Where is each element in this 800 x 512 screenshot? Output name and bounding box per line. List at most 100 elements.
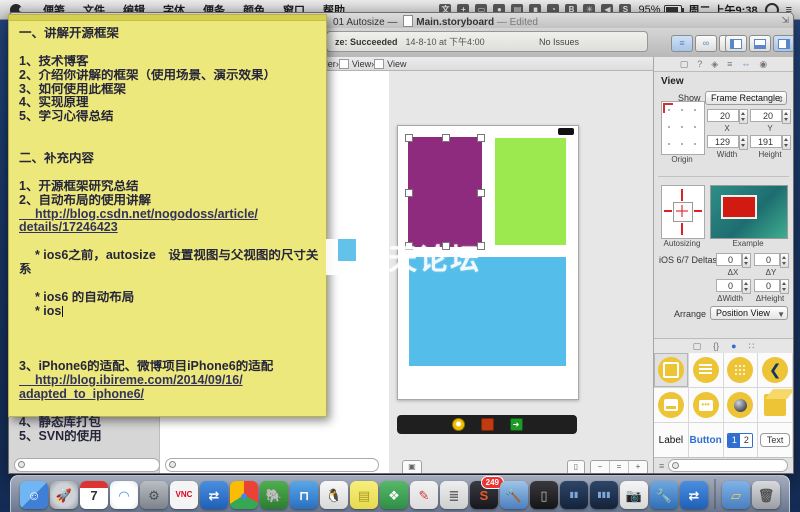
y-stepper[interactable] xyxy=(782,109,791,124)
jump-bar-item-5[interactable]: View xyxy=(374,59,406,69)
code-snippet-library-icon[interactable]: {} xyxy=(713,341,719,351)
identity-inspector-icon[interactable]: ◈ xyxy=(711,59,718,70)
delta-width-field[interactable]: 0 xyxy=(716,279,742,292)
dock-icon-mind-map-app[interactable]: ❖ xyxy=(380,481,408,509)
utilities-toggle-button[interactable] xyxy=(773,35,794,52)
library-item-view-controller[interactable] xyxy=(654,353,689,388)
library-item-object[interactable] xyxy=(758,388,793,423)
purple-view-selected[interactable] xyxy=(408,137,482,247)
dock-icon-dev-tool[interactable]: 🔧 xyxy=(650,481,678,509)
size-inspector-icon[interactable]: ⇔ xyxy=(741,59,750,69)
dock-icon-instruments[interactable]: ▮▮ xyxy=(560,481,588,509)
device-config-button[interactable]: ▯ xyxy=(567,460,585,474)
dock-icon-app-with-badge[interactable]: S249 xyxy=(470,481,498,509)
height-label: Height xyxy=(750,150,790,159)
delta-y-stepper[interactable] xyxy=(780,253,789,268)
quick-help-icon[interactable]: ? xyxy=(697,59,702,69)
library-selector-bar[interactable]: ▢ {} ● ∷ xyxy=(654,338,793,354)
library-control-button[interactable]: Button xyxy=(689,423,724,458)
delta-height-field[interactable]: 0 xyxy=(754,279,780,292)
x-field[interactable]: 20 xyxy=(707,109,739,122)
delta-width-stepper[interactable] xyxy=(742,279,751,294)
outline-filter-field[interactable] xyxy=(165,458,379,472)
dock-icon-downloads-folder[interactable]: ▱ xyxy=(722,481,750,509)
library-control-label[interactable]: Label xyxy=(654,423,689,458)
dock-icon-teamviewer[interactable]: ⇄ xyxy=(200,481,228,509)
view-controller-icon[interactable] xyxy=(452,418,465,431)
object-library-icon[interactable]: ● xyxy=(731,341,736,351)
dock-icon-vnc-viewer[interactable]: VNC xyxy=(170,481,198,509)
jump-bar-item-4[interactable]: View xyxy=(339,59,371,69)
origin-selector[interactable] xyxy=(661,101,705,155)
inspector-selector-bar[interactable]: ▢? ◈ ≡ ⇔ ◉ xyxy=(654,57,793,72)
show-dropdown[interactable]: Frame Rectangle⇕ xyxy=(705,91,787,105)
dock-icon-finder[interactable]: ☺ xyxy=(20,481,48,509)
green-view[interactable] xyxy=(495,138,566,245)
attributes-inspector-icon[interactable]: ≡ xyxy=(727,59,732,69)
first-responder-icon[interactable] xyxy=(481,418,494,431)
sticky-note-text[interactable]: 一、讲解开源框架1、技术博客2、介绍你讲解的框架（使用场景、演示效果）3、如何使… xyxy=(9,21,326,444)
library-item-glkit-view-controller[interactable] xyxy=(724,388,759,423)
zoom-reset-button[interactable]: = xyxy=(610,461,629,474)
height-stepper[interactable] xyxy=(782,135,791,150)
delta-x-stepper[interactable] xyxy=(742,253,751,268)
outline-toggle-button[interactable]: ▣ xyxy=(402,460,422,474)
dock-icon-chrome[interactable]: ● xyxy=(230,481,258,509)
library-control-textfield[interactable]: Text xyxy=(758,423,793,458)
dock-icon-launchpad[interactable]: 🚀 xyxy=(50,481,78,509)
zoom-in-button[interactable]: + xyxy=(629,461,647,474)
dock-icon-activity-tool[interactable]: ▮▮▮ xyxy=(590,481,618,509)
height-field[interactable]: 191 xyxy=(750,135,782,148)
dock-icon-iphone-simulator[interactable]: ▯ xyxy=(530,481,558,509)
zoom-controls[interactable]: − = + xyxy=(590,460,648,474)
library-item-navigation-controller[interactable]: ❮ xyxy=(758,353,793,388)
zoom-out-button[interactable]: − xyxy=(591,461,610,474)
dock-icon-qq[interactable]: 🐧 xyxy=(320,481,348,509)
delta-height-stepper[interactable] xyxy=(780,279,789,294)
media-library-icon[interactable]: ∷ xyxy=(749,341,755,352)
dock-icon-calendar[interactable]: 7 xyxy=(80,481,108,509)
width-stepper[interactable] xyxy=(739,135,748,150)
library-item-page-view-controller[interactable]: ••• xyxy=(689,388,724,423)
library-item-collection-view-controller[interactable] xyxy=(724,353,759,388)
library-item-tab-bar-controller[interactable] xyxy=(654,388,689,423)
activity-viewer: ze: Succeeded 14-8-10 at 下午4:00 No Issue… xyxy=(326,31,648,52)
dock-icon-editor-app[interactable]: ✎ xyxy=(410,481,438,509)
debug-area-toggle-button[interactable] xyxy=(749,35,771,52)
dock-icon-airport-utility[interactable]: ◠ xyxy=(110,481,138,509)
arrange-dropdown[interactable]: Position View▼ xyxy=(710,306,788,320)
note-link-line[interactable]: http://blog.csdn.net/nogodoss/article/ xyxy=(19,208,318,222)
note-link-line[interactable]: http://blog.ibireme.com/2014/09/16/ xyxy=(19,374,318,388)
list-view-icon[interactable]: ≡ xyxy=(659,461,664,471)
dock-icon-photos[interactable]: 📷 xyxy=(620,481,648,509)
standard-editor-button[interactable]: ≡ xyxy=(671,35,693,52)
dock-icon-trash[interactable]: 🗑 xyxy=(752,481,780,509)
sticky-note-window[interactable]: 一、讲解开源框架1、技术博客2、介绍你讲解的框架（使用场景、演示效果）3、如何使… xyxy=(8,14,327,417)
file-template-library-icon[interactable]: ▢ xyxy=(693,341,702,352)
assistant-editor-button[interactable]: ∞ xyxy=(695,35,717,52)
width-field[interactable]: 129 xyxy=(707,135,739,148)
navigator-toggle-button[interactable] xyxy=(725,35,747,52)
delta-x-field[interactable]: 0 xyxy=(716,253,742,266)
library-control-segmented[interactable]: 12 xyxy=(724,423,759,458)
dock-icon-evernote[interactable]: 🐘 xyxy=(260,481,288,509)
library-search-field[interactable] xyxy=(668,459,788,472)
window-resize-icon[interactable]: ⇲ xyxy=(781,15,789,26)
dock-icon-system-preferences[interactable]: ⚙ xyxy=(140,481,168,509)
exit-icon[interactable]: ➜ xyxy=(510,418,523,431)
dock-icon-teamviewer-2[interactable]: ⇄ xyxy=(680,481,708,509)
navigator-filter-field[interactable] xyxy=(14,458,160,472)
library-item-table-view-controller[interactable] xyxy=(689,353,724,388)
autosizing-control[interactable] xyxy=(661,185,705,239)
file-inspector-icon[interactable]: ▢ xyxy=(680,59,689,70)
connections-inspector-icon[interactable]: ◉ xyxy=(759,59,767,70)
dock-icon-xcode[interactable]: 🔨 xyxy=(500,481,528,509)
y-field[interactable]: 20 xyxy=(750,109,782,122)
note-link-line[interactable]: adapted_to_iphone6/ xyxy=(19,388,318,402)
dock-icon-notepad-app[interactable]: ≣ xyxy=(440,481,468,509)
dock-icon-keynote[interactable]: ⊓ xyxy=(290,481,318,509)
note-link-line[interactable]: details/17246423 xyxy=(19,221,318,235)
dock-icon-stickies[interactable]: ▤ xyxy=(350,481,378,509)
x-stepper[interactable] xyxy=(739,109,748,124)
delta-y-field[interactable]: 0 xyxy=(754,253,780,266)
